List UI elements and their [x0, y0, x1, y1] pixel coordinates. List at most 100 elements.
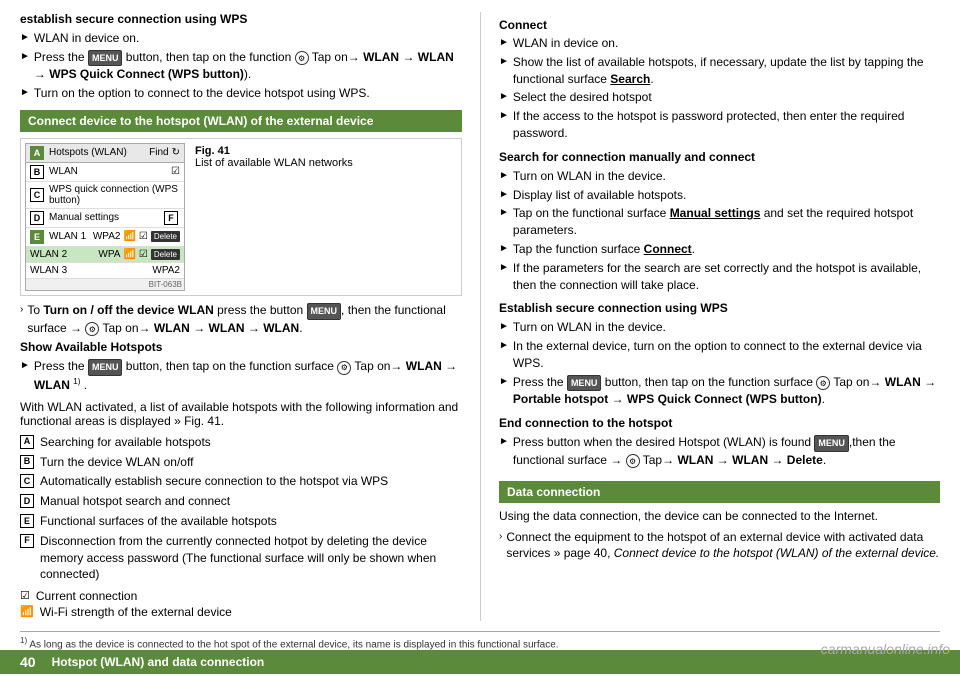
- wps-item-1: ► Turn on WLAN in the device.: [499, 319, 940, 336]
- desc-label-c: C: [20, 474, 34, 488]
- desc-item-f: F Disconnection from the currently conne…: [20, 533, 462, 583]
- refresh-icon: ↻: [172, 147, 180, 158]
- wlan1-type: WPA2: [93, 231, 121, 242]
- to-arrow: ›: [20, 303, 23, 317]
- wlan-show-1: WLAN: [406, 359, 442, 373]
- search-item-1: ► Turn on WLAN in the device.: [499, 168, 940, 185]
- wps-text-1: Turn on WLAN in the device.: [513, 319, 666, 336]
- wlan-row-d: D Manual settings F: [26, 209, 184, 228]
- end-heading: End connection to the hotspot: [499, 416, 940, 430]
- wlan-table-header: A Hotspots (WLAN) Find ↻: [26, 144, 184, 163]
- toggle-icon: ☑: [171, 166, 180, 177]
- connect-text-2: Show the list of available hotspots, if …: [513, 54, 940, 88]
- desc-text-e: Functional surfaces of the available hot…: [40, 513, 277, 530]
- show-hotspots-item: ► Press the MENU button, then tap on the…: [20, 358, 462, 393]
- turn-on-wps-item: ► Turn on the option to connect to the d…: [20, 85, 462, 102]
- bullet-arrow: ►: [499, 90, 509, 104]
- connect-text-3: Select the desired hotspot: [513, 89, 652, 106]
- wlan-inline-3: WLAN: [263, 321, 299, 335]
- bullet-arrow: ►: [499, 206, 509, 220]
- bit-stamp: BIT-063B: [26, 279, 184, 290]
- end-item-1: ► Press button when the desired Hotspot …: [499, 434, 940, 468]
- bullet-arrow: ►: [499, 36, 509, 50]
- connect-item-1: ► WLAN in device on.: [499, 35, 940, 52]
- checkmark-item-2: 📶 Wi-Fi strength of the external device: [20, 605, 462, 619]
- wlan-row-b: B WLAN ☑: [26, 163, 184, 182]
- fig-subtitle: List of available WLAN networks: [195, 157, 353, 169]
- menu-btn-end: MENU: [814, 435, 849, 452]
- label-e: E: [30, 230, 44, 244]
- wlan-on-text: WLAN in device on.: [34, 30, 139, 47]
- data-connection-text: Using the data connection, the device ca…: [499, 509, 940, 523]
- page-number: 40: [20, 654, 36, 670]
- menu-btn-2: MENU: [88, 359, 123, 376]
- data-connection-box: Data connection: [499, 481, 940, 503]
- func-icon-2: ⚙: [337, 361, 351, 375]
- desc-label-a: A: [20, 435, 34, 449]
- label-a: A: [30, 146, 44, 160]
- func-icon-inline: ⚙: [85, 322, 99, 336]
- wlan-inline-2: WLAN: [209, 321, 245, 335]
- wlan3-label: WLAN 3: [30, 265, 67, 276]
- wps-label: WPS quick connection (WPS button): [49, 184, 180, 206]
- label-c: C: [30, 188, 44, 202]
- wps-item-2: ► In the external device, turn on the op…: [499, 338, 940, 372]
- checkmark-text-2: Wi-Fi strength of the external device: [40, 605, 232, 619]
- wps-item-3: ► Press the MENU button, then tap on the…: [499, 374, 940, 408]
- desc-text-f: Disconnection from the currently connect…: [40, 533, 462, 583]
- wlan-on-item: ► WLAN in device on.: [20, 30, 462, 47]
- delete-btn-1[interactable]: Delete: [151, 231, 180, 242]
- wlan-table: A Hotspots (WLAN) Find ↻ B: [25, 143, 185, 291]
- search-item-3: ► Tap on the functional surface Manual s…: [499, 205, 940, 239]
- wifi-strength-icon: 📶: [20, 605, 34, 618]
- footer-label: Hotspot (WLAN) and data connection: [52, 655, 265, 669]
- checkmark-1: ☑: [139, 231, 148, 242]
- wps-heading: Establish secure connection using WPS: [499, 301, 940, 315]
- wifi-icon-2: 📶: [123, 249, 135, 260]
- desc-text-d: Manual hotspot search and connect: [40, 493, 230, 510]
- connect-equip-text: Connect the equipment to the hotspot of …: [506, 529, 940, 563]
- desc-item-d: D Manual hotspot search and connect: [20, 493, 462, 510]
- desc-item-e: E Functional surfaces of the available h…: [20, 513, 462, 530]
- desc-label-e: E: [20, 514, 34, 528]
- wlan-row-3: WLAN 3 WPA2: [26, 263, 184, 279]
- desc-item-b: B Turn the device WLAN on/off: [20, 454, 462, 471]
- func-icon-end: ⚙: [626, 454, 640, 468]
- menu-btn-right: MENU: [567, 375, 602, 392]
- bullet-arrow: ►: [499, 261, 509, 275]
- show-hotspots-text: Press the MENU button, then tap on the f…: [34, 358, 462, 393]
- bullet-arrow: ►: [499, 435, 509, 449]
- search-heading: Search for connection manually and conne…: [499, 150, 940, 164]
- connect-heading: Connect: [499, 18, 940, 32]
- bullet-arrow: ►: [499, 109, 509, 123]
- wlan-row-1: E WLAN 1 WPA2 📶 ☑ Delete: [26, 228, 184, 247]
- desc-item-a: A Searching for available hotspots: [20, 434, 462, 451]
- connect-equip-arrow: ›: [499, 530, 502, 544]
- right-column: Connect ► WLAN in device on. ► Show the …: [480, 12, 940, 621]
- footer-bar: 40 Hotspot (WLAN) and data connection: [0, 650, 960, 674]
- search-text-2: Display list of available hotspots.: [513, 187, 686, 204]
- main-content: establish secure connection using WPS ► …: [0, 0, 960, 631]
- connect-text-4: If the access to the hotspot is password…: [513, 108, 940, 142]
- footnote-sup: 1): [73, 377, 80, 386]
- desc-text-a: Searching for available hotspots: [40, 434, 211, 451]
- wlan-row-2: WLAN 2 WPA 📶 ☑ Delete: [26, 247, 184, 263]
- label-f: F: [164, 211, 178, 225]
- checkmark-2: ☑: [139, 249, 148, 260]
- watermark: carmanualonline.info: [821, 641, 950, 657]
- footnote-text-content: As long as the device is connected to th…: [29, 639, 558, 650]
- manual-label: Manual settings: [49, 212, 119, 223]
- bullet-arrow: ►: [20, 359, 30, 373]
- checkmark-item-1: ☑ Current connection: [20, 589, 462, 603]
- wlan-show-2: WLAN: [34, 378, 70, 392]
- end-text-1: Press button when the desired Hotspot (W…: [513, 434, 940, 468]
- bullet-arrow: ►: [499, 188, 509, 202]
- connect-item-3: ► Select the desired hotspot: [499, 89, 940, 106]
- delete-btn-2[interactable]: Delete: [151, 249, 180, 260]
- press-menu-item: ► Press the MENU button, then tap on the…: [20, 49, 462, 83]
- label-d: D: [30, 211, 44, 225]
- connect-equip-line: › Connect the equipment to the hotspot o…: [499, 529, 940, 563]
- desc-label-f: F: [20, 534, 34, 548]
- search-item-2: ► Display list of available hotspots.: [499, 187, 940, 204]
- checkmark-list: ☑ Current connection 📶 Wi-Fi strength of…: [20, 589, 462, 619]
